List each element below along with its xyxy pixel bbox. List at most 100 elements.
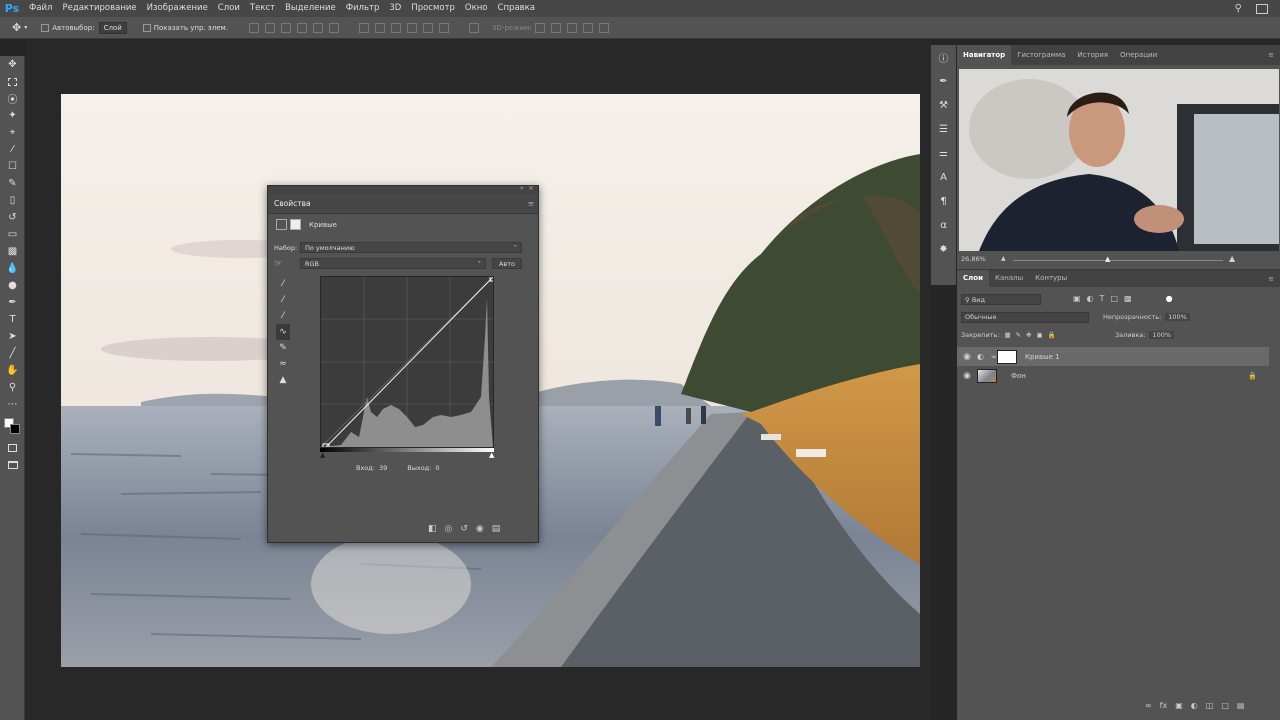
menu-select[interactable]: Выделение — [280, 0, 341, 17]
dodge-icon[interactable]: ● — [0, 277, 25, 294]
path-select-icon[interactable]: ➤ — [0, 328, 25, 345]
view-previous-icon[interactable]: ◎ — [445, 524, 453, 534]
autoselect-dropdown[interactable]: Слой — [98, 21, 127, 34]
auto-button[interactable]: Авто — [492, 258, 522, 269]
lock-transparent-icon[interactable]: ▦ — [1004, 331, 1010, 339]
3d-roll-icon[interactable] — [550, 22, 561, 33]
fx-icon[interactable]: fx — [1160, 701, 1168, 710]
background-color[interactable] — [10, 424, 20, 434]
lock-all-icon[interactable]: 🔒 — [1048, 331, 1056, 339]
mask-icon[interactable] — [290, 219, 301, 230]
marquee-icon[interactable] — [0, 73, 25, 90]
distribute-right-icon[interactable] — [439, 22, 450, 33]
reset-icon[interactable]: ↺ — [460, 524, 468, 534]
target-adjust-icon[interactable]: ☞ — [274, 259, 300, 269]
navigator-preview[interactable] — [959, 69, 1279, 251]
workspace-icon[interactable] — [1256, 3, 1268, 14]
menu-file[interactable]: Файл — [24, 0, 57, 17]
tab-navigator[interactable]: Навигатор — [957, 45, 1012, 65]
curves-graph[interactable] — [320, 274, 497, 451]
shape-icon[interactable]: ╱ — [0, 345, 25, 362]
zoom-in-icon[interactable]: ▲ — [1229, 254, 1235, 263]
visibility-eye-icon[interactable]: ◉ — [957, 371, 977, 381]
hand-icon[interactable]: ✋ — [0, 362, 25, 379]
menu-help[interactable]: Справка — [493, 0, 540, 17]
move-icon[interactable]: ✥ — [0, 56, 25, 73]
tab-actions[interactable]: Операции — [1114, 45, 1163, 65]
lock-artboard-icon[interactable]: ▣ — [1037, 331, 1043, 339]
tab-channels[interactable]: Каналы — [989, 270, 1029, 287]
brush-icon[interactable]: ✎ — [0, 175, 25, 192]
blend-mode-dropdown[interactable]: Обычные — [961, 312, 1089, 323]
blur-icon[interactable]: 💧 — [0, 260, 25, 277]
align-left-icon[interactable] — [297, 22, 308, 33]
filter-type-icon[interactable]: T — [1100, 294, 1105, 303]
distribute-bottom-icon[interactable] — [391, 22, 402, 33]
quick-select-icon[interactable]: ✦ — [0, 107, 25, 124]
clipping-warning-icon[interactable]: ▲ — [276, 372, 290, 388]
layer-row-curves[interactable]: ◉ ◐ ∞ Кривые 1 — [957, 347, 1269, 366]
zoom-value[interactable]: 26,86% — [961, 255, 986, 263]
curve-edit-icon[interactable]: ∿ — [276, 324, 290, 340]
menu-image[interactable]: Изображение — [142, 0, 213, 17]
3d-slide-icon[interactable] — [582, 22, 593, 33]
pencil-icon[interactable]: ✎ — [276, 340, 290, 356]
lock-position-icon[interactable]: ✥ — [1026, 331, 1031, 339]
panel-drag-bar[interactable]: » × — [268, 184, 538, 194]
align-top-icon[interactable] — [249, 22, 260, 33]
input-value[interactable]: 39 — [379, 464, 387, 472]
3d-pan-icon[interactable] — [566, 22, 577, 33]
channel-dropdown[interactable]: RGB ˅ — [300, 258, 486, 269]
tab-paths[interactable]: Контуры — [1029, 270, 1073, 287]
properties-tab[interactable]: Свойства ≡ — [268, 194, 538, 214]
info-icon[interactable]: ⓘ — [931, 45, 956, 69]
type-icon[interactable]: T — [0, 311, 25, 328]
distribute-vcenter-icon[interactable] — [375, 22, 386, 33]
quick-mask-icon[interactable] — [0, 439, 25, 456]
menu-layers[interactable]: Слои — [213, 0, 245, 17]
screen-mode-icon[interactable] — [0, 456, 25, 473]
filter-toggle-icon[interactable]: ● — [1166, 294, 1173, 303]
zoom-slider-track[interactable] — [1013, 260, 1223, 261]
add-mask-icon[interactable]: ▣ — [1175, 701, 1183, 710]
properties-icon[interactable]: ⚌ — [931, 141, 956, 165]
filter-pixel-icon[interactable]: ▣ — [1073, 294, 1081, 303]
white-slider[interactable]: ▲ — [489, 451, 494, 459]
white-point-eyedropper-icon[interactable]: ⁄ — [276, 308, 290, 324]
menu-view[interactable]: Просмотр — [406, 0, 460, 17]
auto-align-icon[interactable] — [469, 22, 480, 33]
brush-settings-icon[interactable]: ✒ — [931, 69, 956, 93]
align-right-icon[interactable] — [329, 22, 340, 33]
panel-menu-icon[interactable]: ≡ — [1268, 51, 1274, 59]
layer-name[interactable]: Кривые 1 — [1025, 353, 1060, 361]
delete-icon[interactable]: ▤ — [492, 524, 501, 534]
distribute-hcenter-icon[interactable] — [423, 22, 434, 33]
align-hcenter-icon[interactable] — [313, 22, 324, 33]
preset-dropdown[interactable]: По умолчанию ˅ — [300, 242, 522, 253]
smooth-icon[interactable]: ≈ — [276, 356, 290, 372]
tab-layers[interactable]: Слои — [957, 270, 989, 287]
panel-menu-icon[interactable]: ≡ — [1268, 275, 1274, 283]
collapse-icon[interactable]: » — [520, 184, 524, 192]
visibility-eye-icon[interactable]: ◉ — [957, 352, 977, 362]
menu-filter[interactable]: Фильтр — [341, 0, 385, 17]
delete-layer-icon[interactable]: ▤ — [1237, 701, 1245, 710]
visibility-icon[interactable]: ◉ — [476, 524, 484, 534]
opacity-value[interactable]: 100% — [1165, 313, 1190, 321]
history-brush-icon[interactable]: ↺ — [0, 209, 25, 226]
zoom-icon[interactable]: ⚲ — [0, 379, 25, 396]
link-layers-icon[interactable]: ∞ — [1145, 701, 1152, 710]
stamp-icon[interactable]: ▯ — [0, 192, 25, 209]
black-point-eyedropper-icon[interactable]: ⁄ — [276, 276, 290, 292]
clip-to-layer-icon[interactable]: ◧ — [428, 524, 437, 534]
eyedropper-icon[interactable]: ⁄ — [0, 141, 25, 158]
layer-name[interactable]: Фон — [1011, 372, 1026, 380]
3d-scale-icon[interactable] — [598, 22, 609, 33]
character-icon[interactable]: A — [931, 165, 956, 189]
new-layer-icon[interactable]: □ — [1221, 701, 1229, 710]
move-tool-icon[interactable]: ✥ — [12, 21, 21, 34]
panel-menu-icon[interactable]: ≡ — [528, 199, 534, 208]
distribute-left-icon[interactable] — [407, 22, 418, 33]
tool-presets-icon[interactable]: ⚒ — [931, 93, 956, 117]
gray-point-eyedropper-icon[interactable]: ⁄ — [276, 292, 290, 308]
